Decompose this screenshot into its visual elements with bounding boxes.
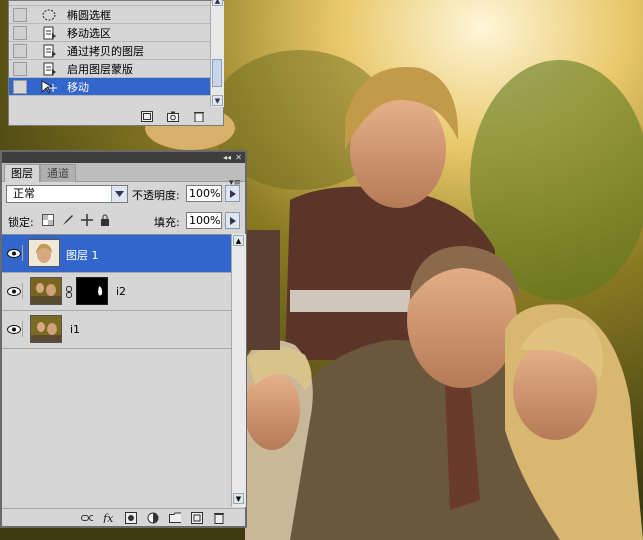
mask-link-chain-icon[interactable]	[66, 286, 72, 301]
layer-thumbnail	[30, 315, 62, 343]
history-footer	[9, 107, 223, 125]
blend-opacity-row: 正常 不透明度: 100%	[2, 182, 245, 206]
tab-channels[interactable]: 通道	[40, 164, 76, 182]
layers-scrollbar[interactable]: ▲ ▼	[231, 234, 246, 507]
add-layer-mask-icon[interactable]	[125, 511, 137, 524]
tab-layers[interactable]: 图层	[4, 164, 40, 182]
panel-title-bar[interactable]: ◂◂ ✕	[2, 152, 245, 163]
opacity-field[interactable]: 100%	[186, 185, 222, 202]
layers-footer: fx	[2, 508, 245, 526]
fill-slider-arrow-icon[interactable]	[225, 212, 240, 229]
panel-tabs: 图层 通道 ▾≡	[2, 163, 245, 188]
history-item-label: 移动选区	[67, 26, 111, 40]
new-snapshot-icon[interactable]	[167, 111, 179, 122]
history-list: 椭圆选框 移动选区 通过拷贝的图层 启用图层蒙版 移动	[9, 1, 210, 96]
history-snapshot-checkbox[interactable]	[13, 25, 27, 40]
trash-icon[interactable]	[193, 111, 205, 122]
scroll-up-arrow-icon[interactable]: ▲	[233, 235, 244, 246]
history-state-icon	[41, 44, 57, 58]
visibility-eye-icon[interactable]	[6, 245, 23, 261]
visibility-eye-icon[interactable]	[6, 283, 23, 299]
history-snapshot-checkbox[interactable]	[13, 79, 27, 94]
history-item-enable-layer-mask[interactable]: 启用图层蒙版	[9, 60, 210, 78]
history-item-label: 通过拷贝的图层	[67, 44, 144, 58]
move-tool-icon	[41, 79, 57, 94]
history-state-icon	[41, 62, 57, 76]
layers-list: 图层 1 i2 i1	[2, 234, 231, 508]
layer-name[interactable]: i2	[116, 285, 126, 298]
scroll-down-arrow-icon[interactable]: ▼	[233, 493, 244, 504]
svg-text:fx: fx	[103, 512, 114, 523]
new-layer-icon[interactable]	[191, 511, 203, 524]
close-panel-icon[interactable]: ✕	[235, 152, 242, 163]
fill-label: 填充:	[154, 216, 180, 229]
lock-position-icon[interactable]	[81, 214, 93, 226]
layer-mask-thumbnail[interactable]	[76, 277, 108, 305]
fill-field[interactable]: 100%	[186, 212, 222, 229]
layer-row-layer1[interactable]: 图层 1	[2, 235, 231, 273]
visibility-eye-icon[interactable]	[6, 321, 23, 337]
layer-row-i1[interactable]: i1	[2, 311, 231, 349]
history-item-label: 移动	[67, 80, 89, 94]
scrollbar-thumb[interactable]	[212, 59, 222, 87]
lock-image-pixels-icon[interactable]	[62, 214, 74, 226]
lock-label: 锁定:	[8, 216, 34, 229]
new-group-folder-icon[interactable]	[169, 512, 181, 523]
scroll-down-arrow-icon[interactable]: ▼	[212, 95, 223, 106]
blend-mode-select[interactable]: 正常	[6, 185, 128, 203]
history-item-layer-via-copy[interactable]: 通过拷贝的图层	[9, 42, 210, 60]
history-item-move-selection[interactable]: 移动选区	[9, 24, 210, 42]
lock-transparent-pixels-icon[interactable]	[42, 214, 54, 226]
history-state-icon	[41, 26, 57, 40]
layer-name[interactable]: i1	[70, 323, 80, 336]
layers-panel: ◂◂ ✕ 图层 通道 ▾≡ 正常 不透明度: 100% 锁定: 填充: 100%…	[0, 150, 247, 528]
history-panel: 椭圆选框 移动选区 通过拷贝的图层 启用图层蒙版 移动 ▲ ▼	[8, 0, 224, 126]
history-item-move[interactable]: 移动	[9, 78, 210, 96]
chevron-down-icon[interactable]	[111, 186, 127, 202]
lock-fill-row: 锁定: 填充: 100%	[2, 208, 245, 232]
history-item-ellipse-marquee[interactable]: 椭圆选框	[9, 6, 210, 24]
history-snapshot-checkbox[interactable]	[13, 7, 27, 22]
trash-icon[interactable]	[213, 512, 225, 524]
opacity-label: 不透明度:	[132, 189, 180, 202]
opacity-slider-arrow-icon[interactable]	[225, 185, 240, 202]
history-item-label: 启用图层蒙版	[67, 62, 133, 76]
scroll-up-arrow-icon[interactable]: ▲	[212, 0, 223, 6]
history-snapshot-checkbox[interactable]	[13, 43, 27, 58]
history-scrollbar[interactable]: ▲ ▼	[210, 0, 224, 107]
lock-all-icon[interactable]	[99, 214, 111, 226]
new-document-from-state-icon[interactable]	[141, 110, 153, 122]
history-item-label: 椭圆选框	[67, 8, 111, 22]
history-snapshot-checkbox[interactable]	[13, 61, 27, 76]
layer-style-fx-icon[interactable]: fx	[103, 512, 115, 523]
ellipse-marquee-icon	[41, 8, 57, 22]
link-layers-icon[interactable]	[81, 512, 93, 523]
layer-thumbnail	[30, 277, 62, 305]
adjustment-layer-icon[interactable]	[147, 512, 159, 523]
layer-name[interactable]: 图层 1	[66, 247, 99, 263]
layer-thumbnail	[28, 239, 60, 267]
blend-mode-value: 正常	[13, 187, 35, 200]
collapse-panel-icon[interactable]: ◂◂	[223, 152, 231, 163]
layer-row-i2[interactable]: i2	[2, 273, 231, 311]
